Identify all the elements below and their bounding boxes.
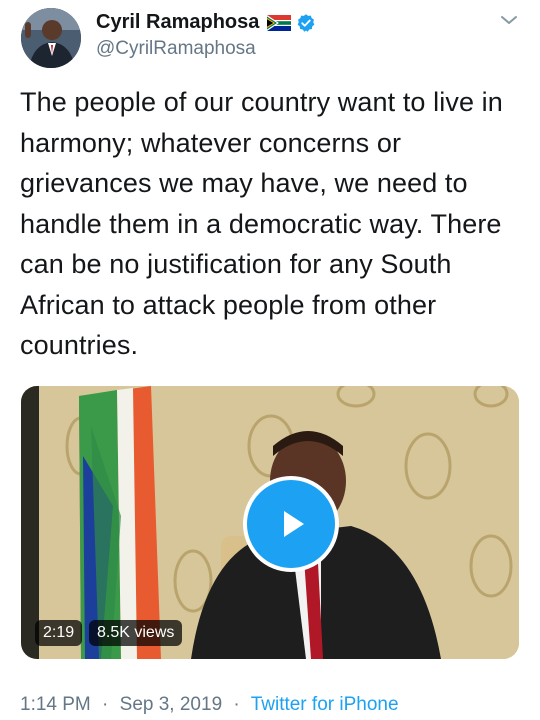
video-duration-badge: 2:19	[35, 620, 83, 646]
name-row: Cyril Ramaphosa	[96, 11, 316, 34]
tweet-source-link[interactable]: Twitter for iPhone	[251, 694, 399, 715]
tweet-meta: 1:14 PM · Sep 3, 2019 · Twitter for iPho…	[20, 694, 399, 716]
chevron-down-icon[interactable]	[498, 12, 520, 28]
meta-separator: ·	[233, 694, 240, 715]
play-button[interactable]	[243, 476, 339, 572]
verified-badge-icon	[296, 13, 316, 33]
tweet-date[interactable]: Sep 3, 2019	[120, 694, 222, 715]
avatar-image	[21, 8, 81, 68]
tweet-time[interactable]: 1:14 PM	[20, 694, 91, 715]
video-player[interactable]: 2:19 8.5K views	[21, 386, 519, 659]
south-africa-flag-icon	[267, 14, 292, 31]
tweet-text: The people of our country want to live i…	[20, 87, 503, 360]
display-name[interactable]: Cyril Ramaphosa	[96, 11, 259, 34]
avatar[interactable]	[21, 8, 81, 68]
tweet-header: Cyril Ramaphosa @CyrilRamaphosa	[0, 0, 540, 80]
meta-separator: ·	[102, 694, 109, 715]
play-icon	[284, 511, 304, 537]
video-views-badge: 8.5K views	[89, 620, 183, 646]
user-handle[interactable]: @CyrilRamaphosa	[96, 38, 256, 60]
